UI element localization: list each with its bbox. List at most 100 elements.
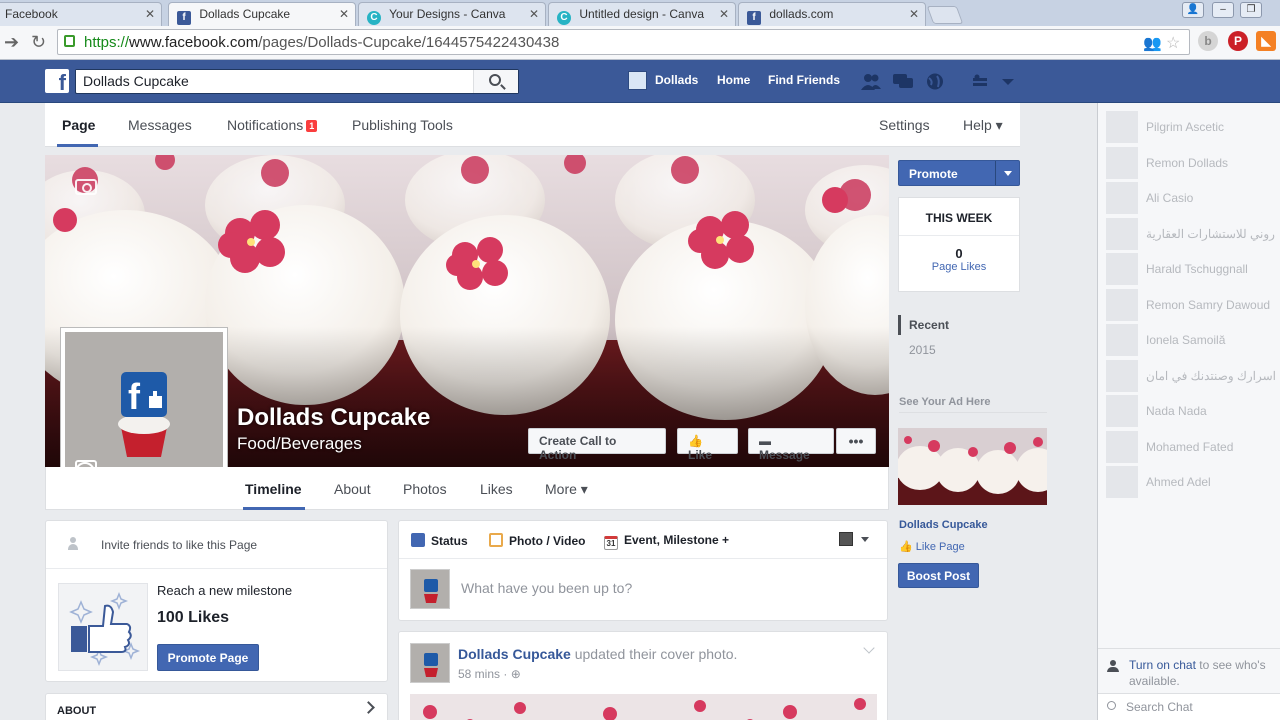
facebook-logo-icon[interactable]: f <box>45 69 69 93</box>
close-tab-icon[interactable]: ✕ <box>339 7 349 21</box>
close-tab-icon[interactable]: ✕ <box>145 7 155 21</box>
help-menu[interactable]: Help ▾ <box>963 117 1003 134</box>
search-input[interactable] <box>76 70 476 92</box>
find-friends-link[interactable]: Find Friends <box>768 73 840 87</box>
promote-button[interactable]: Promote <box>898 160 1020 186</box>
globe-icon: ⊕ <box>510 667 521 681</box>
post-author-link[interactable]: Dollads Cupcake <box>458 646 571 662</box>
chevron-down-icon[interactable] <box>995 161 1019 185</box>
page-title: Dollads Cupcake <box>237 404 431 431</box>
extension-icon[interactable]: b <box>1198 31 1218 51</box>
tab-photos[interactable]: Photos <box>403 481 447 497</box>
promote-page-button[interactable]: Promote Page <box>157 644 259 671</box>
tab-more[interactable]: More ▾ <box>545 481 588 498</box>
browser-tab-canva-designs[interactable]: C Your Designs - Canva ✕ <box>358 2 546 26</box>
chevron-right-icon <box>362 701 375 714</box>
browser-tab-canva-untitled[interactable]: C Untitled design - Canva ✕ <box>548 2 736 26</box>
chat-contact[interactable]: Ionela Samoilă <box>1106 324 1276 356</box>
person-icon <box>68 537 78 551</box>
people-icon[interactable]: 👥 <box>1143 34 1162 52</box>
chat-contact[interactable]: Remon Samry Dawoud <box>1106 288 1276 321</box>
page-likes-count: 0 <box>955 246 963 261</box>
change-cover-camera-icon[interactable] <box>75 179 97 195</box>
browser-tab-dollads-cupcake[interactable]: f Dollads Cupcake ✕ <box>168 2 356 26</box>
tab-about[interactable]: About <box>334 481 371 497</box>
tab-likes[interactable]: Likes <box>480 481 513 497</box>
invite-friends-row[interactable]: Invite friends to like this Page <box>46 521 387 569</box>
canva-favicon-icon: C <box>557 11 571 25</box>
account-menu-chevron-down-icon[interactable] <box>998 73 1018 90</box>
composer-tab-photo-video[interactable]: Photo / Video <box>489 533 585 548</box>
extension-icon[interactable]: ◣ <box>1256 31 1276 51</box>
home-link[interactable]: Home <box>717 73 750 87</box>
turn-on-chat-link[interactable]: Turn on chat <box>1129 658 1196 672</box>
ad-heading[interactable]: See Your Ad Here <box>899 396 991 408</box>
about-card[interactable]: ABOUT <box>45 693 388 720</box>
chat-search-box[interactable]: Search Chat <box>1098 693 1280 720</box>
friend-requests-icon[interactable] <box>861 73 881 90</box>
user-icon[interactable]: 👤 <box>1182 2 1204 18</box>
post-as-selector[interactable] <box>839 532 873 548</box>
privacy-shortcuts-icon[interactable] <box>971 73 991 90</box>
chat-contact-name: Ahmed Adel <box>1146 475 1211 489</box>
address-bar[interactable]: https://www.facebook.com/pages/Dollads-C… <box>57 29 1190 55</box>
close-tab-icon[interactable]: ✕ <box>719 7 729 21</box>
chat-contact[interactable]: Pilgrim Ascetic <box>1106 111 1276 143</box>
create-call-to-action-button[interactable]: Create Call to Action <box>528 428 666 462</box>
minimize-icon[interactable]: – <box>1212 2 1234 18</box>
composer-tab-event[interactable]: 31 Event, Milestone + <box>604 533 729 550</box>
ad-like-label: Like Page <box>915 541 965 553</box>
chat-contact[interactable]: Mohamed Fated <box>1106 430 1276 463</box>
avatar[interactable] <box>410 643 450 683</box>
post-cover-image[interactable] <box>410 694 877 720</box>
chat-contact[interactable]: Ahmed Adel <box>1106 466 1276 498</box>
chat-contact[interactable]: Nada Nada <box>1106 395 1276 427</box>
ad-preview-image[interactable] <box>898 428 1047 505</box>
scrubber-year[interactable]: 2015 <box>909 343 936 357</box>
chat-contact[interactable]: Ali Casio <box>1106 182 1276 214</box>
chat-contact[interactable]: Remon Dollads <box>1106 146 1276 179</box>
tab-page[interactable]: Page <box>62 117 95 133</box>
ad-page-name[interactable]: Dollads Cupcake <box>899 519 988 531</box>
post-timestamp[interactable]: 58 mins · ⊕ <box>458 667 521 681</box>
notifications-globe-icon[interactable] <box>925 73 945 90</box>
tab-notifications[interactable]: Notifications 1 <box>227 117 318 133</box>
browser-tab-dollads-com[interactable]: f dollads.com ✕ <box>738 2 926 26</box>
messages-icon[interactable] <box>893 73 913 90</box>
search-button[interactable] <box>473 70 518 93</box>
tab-publishing-tools[interactable]: Publishing Tools <box>352 117 453 133</box>
boost-post-button[interactable]: Boost Post <box>898 563 979 588</box>
composer-tab-status[interactable]: Status <box>411 533 468 548</box>
maximize-icon[interactable]: ❐ <box>1240 2 1262 18</box>
chat-contact-name: Pilgrim Ascetic <box>1146 120 1225 134</box>
tab-messages[interactable]: Messages <box>128 117 192 133</box>
avatar[interactable] <box>628 71 647 90</box>
page-likes-link[interactable]: Page Likes <box>899 261 1019 273</box>
tab-settings[interactable]: Settings <box>879 117 930 133</box>
milestone-title: Reach a new milestone <box>157 583 293 598</box>
chat-search-input[interactable]: Search Chat <box>1126 700 1193 714</box>
chat-contact[interactable]: اسرارك وصنتدنك في امان <box>1106 359 1276 392</box>
scrubber-recent[interactable]: Recent <box>909 318 949 332</box>
avatar <box>1106 466 1138 498</box>
chat-off-notice: Turn on chat to see who's available. <box>1098 648 1280 690</box>
ad-like-page-link[interactable]: 👍 Like Page <box>899 540 965 553</box>
pinterest-icon[interactable]: P <box>1228 31 1248 51</box>
browser-tab-facebook[interactable]: Facebook ✕ <box>0 2 162 26</box>
like-button[interactable]: 👍Like <box>677 428 738 462</box>
chat-contact[interactable]: Harald Tschuggnall <box>1106 253 1276 285</box>
bookmark-star-icon[interactable]: ☆ <box>1166 33 1180 53</box>
composer-input[interactable]: What have you been up to? <box>461 580 632 596</box>
new-tab-button[interactable] <box>926 6 964 24</box>
close-tab-icon[interactable]: ✕ <box>909 7 919 21</box>
chevron-down-icon[interactable] <box>863 642 875 654</box>
forward-icon[interactable]: ➔ <box>4 32 19 53</box>
profile-link[interactable]: Dollads <box>655 73 698 87</box>
reload-icon[interactable]: ↻ <box>31 32 46 53</box>
more-options-button[interactable]: ••• <box>836 428 876 454</box>
avatar <box>1106 430 1138 463</box>
close-tab-icon[interactable]: ✕ <box>529 7 539 21</box>
message-button[interactable]: ▬Message <box>748 428 834 462</box>
chat-contact[interactable]: روني للاستشارات العقارية <box>1106 217 1276 250</box>
tab-timeline[interactable]: Timeline <box>245 481 302 497</box>
